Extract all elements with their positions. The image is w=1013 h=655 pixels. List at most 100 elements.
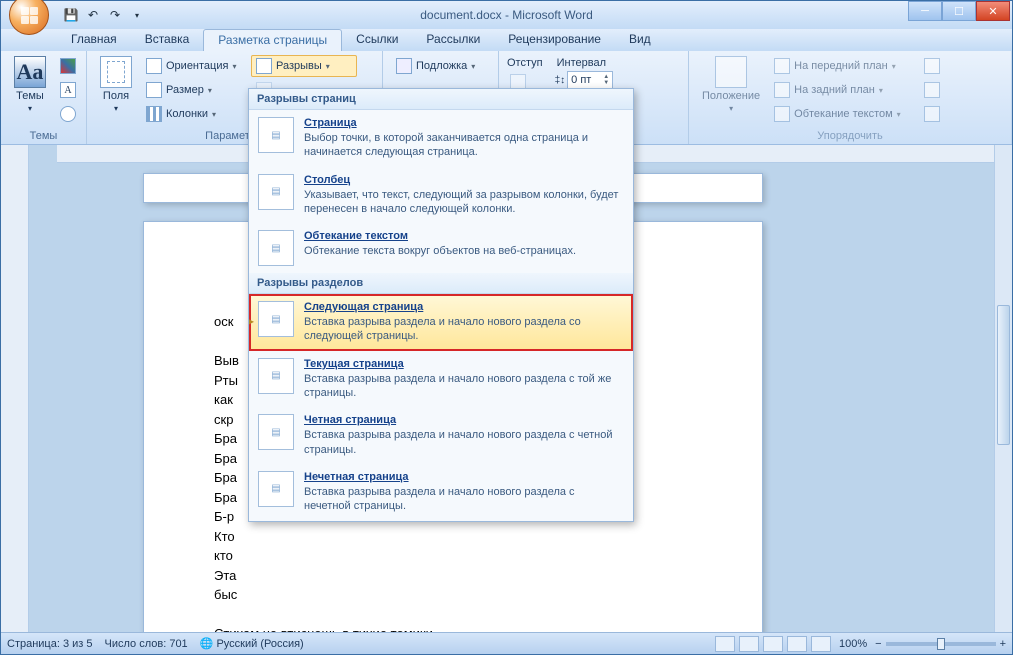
page-break-icon: ▤ (258, 117, 294, 153)
document-text-line: быс (214, 585, 692, 605)
tab-references[interactable]: Ссылки (342, 29, 412, 51)
document-text-line: кто (214, 546, 692, 566)
size-button[interactable]: Размер (141, 79, 247, 101)
close-button[interactable]: ✕ (976, 1, 1010, 21)
breaks-menu-item[interactable]: ▤ Обтекание текстом Обтекание текста вокру… (249, 223, 633, 273)
redo-icon[interactable]: ↷ (107, 7, 123, 23)
status-word-count[interactable]: Число слов: 701 (105, 638, 188, 650)
breaks-menu-section-pages: Разрывы страниц (249, 89, 633, 110)
spacing-before-icon: ‡↕ (555, 75, 566, 86)
menu-item-title: Четная страница (304, 414, 624, 426)
breaks-icon (256, 58, 272, 74)
page-break-icon: ▤ (258, 230, 294, 266)
tab-page-layout[interactable]: Разметка страницы (203, 29, 342, 51)
document-text-line (214, 605, 692, 625)
maximize-button[interactable]: ☐ (942, 1, 976, 21)
themes-button[interactable]: Aa Темы ▾ (7, 53, 53, 127)
orientation-icon (146, 58, 162, 74)
theme-effects-button[interactable] (55, 103, 81, 125)
breaks-menu-item[interactable]: ▤ Следующая страница Вставка разрыва разде… (249, 294, 633, 351)
page-break-icon: ▤ (258, 358, 294, 394)
ribbon-tabs: Главная Вставка Разметка страницы Ссылки… (1, 29, 1012, 51)
indent-label: Отступ (505, 55, 545, 71)
document-text-line: Эта (214, 566, 692, 586)
status-language[interactable]: 🌐 Русский (Россия) (200, 637, 304, 650)
view-print-layout-button[interactable] (715, 636, 735, 652)
tab-mailings[interactable]: Рассылки (412, 29, 494, 51)
theme-fonts-button[interactable]: A (55, 79, 81, 101)
menu-item-description: Выбор точки, в которой заканчивается одн… (304, 131, 624, 160)
bring-front-icon (774, 58, 790, 74)
tab-insert[interactable]: Вставка (131, 29, 204, 51)
view-web-button[interactable] (763, 636, 783, 652)
page-break-icon: ▤ (258, 414, 294, 450)
tab-review[interactable]: Рецензирование (494, 29, 615, 51)
group-button[interactable] (919, 79, 945, 101)
zoom-level[interactable]: 100% (839, 638, 867, 650)
tab-view[interactable]: Вид (615, 29, 665, 51)
text-wrap-button[interactable]: Обтекание текстом (769, 103, 915, 125)
spacing-before-spinner[interactable]: 0 пт▲▼ (567, 71, 613, 89)
document-text-line: Кто (214, 527, 692, 547)
view-draft-button[interactable] (811, 636, 831, 652)
breaks-menu-item[interactable]: ▤ Столбец Указывает, что текст, следующий … (249, 167, 633, 224)
menu-item-description: Вставка разрыва раздела и начало нового … (304, 315, 624, 344)
tab-home[interactable]: Главная (57, 29, 131, 51)
document-text-line: Стихам не втиснешь в тихие томики (214, 624, 692, 632)
position-icon (715, 56, 747, 88)
page-break-icon: ▤ (258, 471, 294, 507)
menu-item-title: Следующая страница (304, 301, 624, 313)
menu-item-title: Страница (304, 117, 624, 129)
size-icon (146, 82, 162, 98)
theme-colors-button[interactable] (55, 55, 81, 77)
position-button[interactable]: Положение ▾ (695, 53, 767, 127)
view-full-screen-button[interactable] (739, 636, 759, 652)
minimize-button[interactable]: ─ (908, 1, 942, 21)
save-icon[interactable]: 💾 (63, 7, 79, 23)
orientation-button[interactable]: Ориентация (141, 55, 247, 77)
send-back-button[interactable]: На задний план (769, 79, 915, 101)
status-page[interactable]: Страница: 3 из 5 (7, 638, 93, 650)
watermark-button[interactable]: Подложка (391, 55, 490, 77)
send-back-icon (774, 82, 790, 98)
scrollbar-thumb[interactable] (997, 305, 1010, 445)
vertical-scrollbar[interactable] (994, 145, 1012, 632)
menu-item-description: Указывает, что текст, следующий за разры… (304, 188, 624, 217)
menu-item-title: Текущая страница (304, 358, 624, 370)
vertical-ruler[interactable] (1, 145, 29, 632)
spacing-label: Интервал (555, 55, 614, 71)
page-break-icon: ▤ (258, 174, 294, 210)
menu-item-title: Обтекание текстом (304, 230, 576, 242)
columns-button[interactable]: Колонки (141, 103, 247, 125)
zoom-in-button[interactable]: + (1000, 638, 1006, 650)
text-wrap-icon (774, 106, 790, 122)
view-outline-button[interactable] (787, 636, 807, 652)
menu-item-description: Вставка разрыва раздела и начало нового … (304, 428, 624, 457)
qat-dropdown-icon[interactable]: ▾ (129, 7, 145, 23)
menu-item-title: Столбец (304, 174, 624, 186)
breaks-menu-item[interactable]: ▤ Четная страница Вставка разрыва раздела … (249, 407, 633, 464)
margins-icon (100, 56, 132, 88)
menu-item-description: Вставка разрыва раздела и начало нового … (304, 372, 624, 401)
margins-button[interactable]: Поля ▾ (93, 53, 139, 127)
breaks-menu-item[interactable]: ▤ Страница Выбор точки, в которой заканчив… (249, 110, 633, 167)
window-title: document.docx - Microsoft Word (1, 8, 1012, 22)
rotate-button[interactable] (919, 103, 945, 125)
arrange-group-label: Упорядочить (689, 130, 1011, 142)
align-button[interactable] (919, 55, 945, 77)
columns-icon (146, 106, 162, 122)
zoom-out-button[interactable]: − (875, 638, 881, 650)
menu-item-description: Обтекание текста вокруг объектов на веб-… (304, 244, 576, 258)
themes-icon: Aa (14, 56, 46, 88)
breaks-menu-item[interactable]: ▤ Нечетная страница Вставка разрыва раздел… (249, 464, 633, 521)
undo-icon[interactable]: ↶ (85, 7, 101, 23)
page-break-icon: ▤ (258, 301, 294, 337)
menu-item-title: Нечетная страница (304, 471, 624, 483)
bring-front-button[interactable]: На передний план (769, 55, 915, 77)
menu-item-description: Вставка разрыва раздела и начало нового … (304, 485, 624, 514)
watermark-icon (396, 58, 412, 74)
breaks-menu-item[interactable]: ▤ Текущая страница Вставка разрыва раздела… (249, 351, 633, 408)
zoom-slider[interactable] (886, 642, 996, 646)
breaks-menu-section-sections: Разрывы разделов (249, 273, 633, 294)
breaks-button[interactable]: Разрывы (251, 55, 357, 77)
